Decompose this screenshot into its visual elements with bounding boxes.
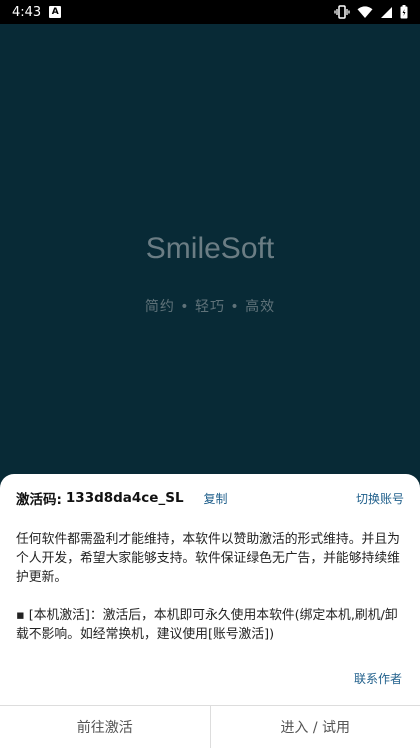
vibrate-icon xyxy=(334,5,350,19)
switch-account-link[interactable]: 切换账号 xyxy=(356,490,404,507)
activation-code-value: 133d8da4ce_SL xyxy=(65,490,184,506)
description-paragraph-1: 任何软件都需盈利才能维持，本软件以赞助激活的形式维持。并且为个人开发，希望大家能… xyxy=(16,532,400,585)
app-name: SmileSoft xyxy=(145,232,275,265)
app-tagline: 简约 • 轻巧 • 高效 xyxy=(144,299,276,315)
description-paragraph-2: ▪ [本机激活]：激活后，本机即可永久使用本软件(绑定本机,刷机/卸载不影响。如… xyxy=(16,608,398,642)
activation-sheet: 激活码: 133d8da4ce_SL 复制 切换账号 任何软件都需盈利才能维持，… xyxy=(0,474,420,748)
copy-code-link[interactable]: 复制 xyxy=(204,490,228,507)
splash-screen: SmileSoft 简约 • 轻巧 • 高效 xyxy=(0,24,420,474)
enter-trial-button[interactable]: 进入 / 试用 xyxy=(209,706,420,748)
notification-icon: A xyxy=(49,6,62,18)
action-buttons: 前往激活 进入 / 试用 xyxy=(0,705,420,748)
status-time: 4:43 xyxy=(12,4,42,20)
contact-author-link[interactable]: 联系作者 xyxy=(354,670,402,687)
wifi-icon xyxy=(357,5,373,18)
activation-code-row: 激活码: 133d8da4ce_SL 复制 切换账号 xyxy=(16,488,404,508)
go-activate-button[interactable]: 前往激活 xyxy=(0,706,210,748)
activation-description: 任何软件都需盈利才能维持，本软件以赞助激活的形式维持。并且为个人开发，希望大家能… xyxy=(16,530,408,644)
battery-icon xyxy=(400,5,408,19)
status-bar: 4:43 A xyxy=(0,0,420,24)
cell-signal-icon xyxy=(381,6,392,18)
activation-code-label: 激活码: xyxy=(16,492,62,508)
